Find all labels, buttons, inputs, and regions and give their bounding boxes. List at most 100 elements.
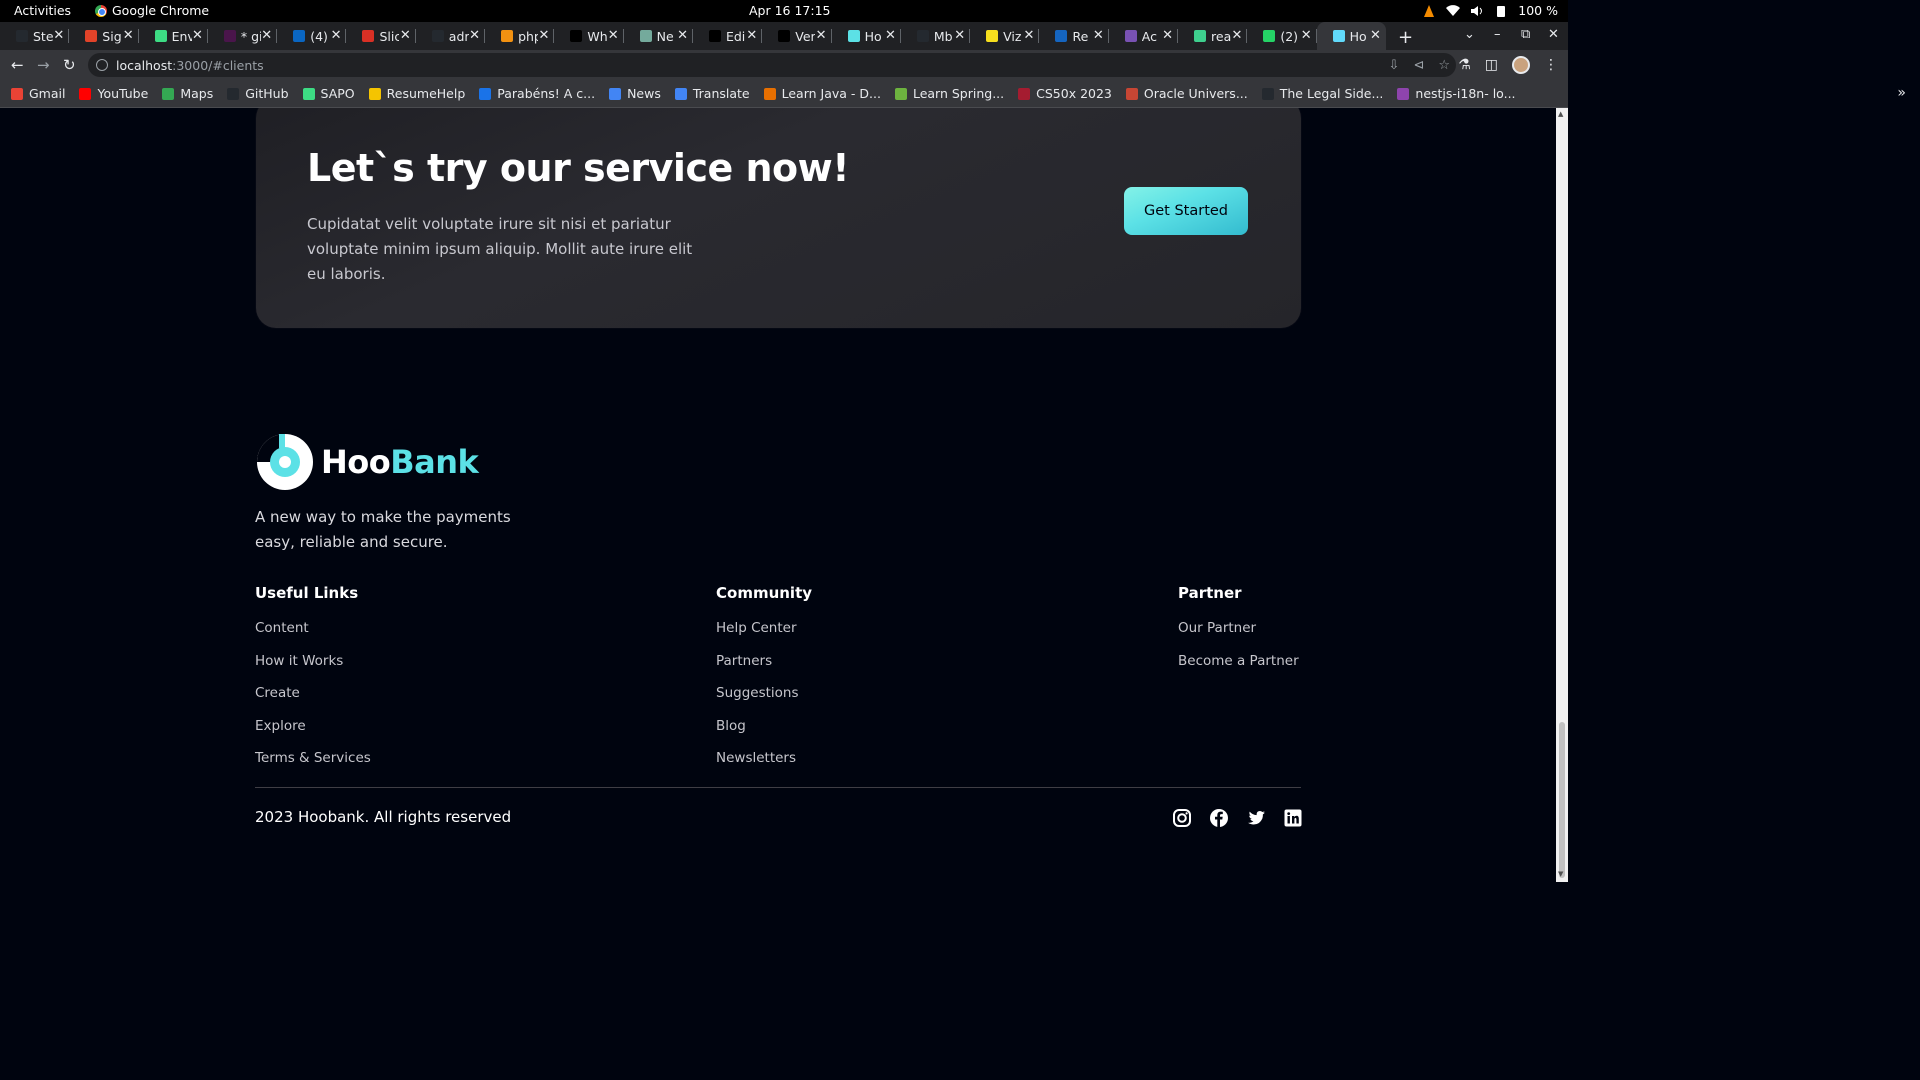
tab-close-icon[interactable]: ✕ bbox=[1301, 28, 1312, 43]
browser-tab[interactable]: Viz ✕ bbox=[970, 22, 1040, 50]
tab-close-icon[interactable]: ✕ bbox=[608, 28, 619, 43]
scrollbar-thumb[interactable] bbox=[1559, 722, 1565, 878]
browser-tab[interactable]: Sig ✕ bbox=[69, 22, 139, 50]
footer-link[interactable]: Help Center bbox=[716, 618, 812, 651]
footer-link[interactable]: Suggestions bbox=[716, 683, 812, 716]
app-menu[interactable]: Google Chrome bbox=[95, 3, 209, 18]
linkedin-icon[interactable] bbox=[1283, 808, 1303, 828]
bookmark-item[interactable]: nestjs-i18n- lo... bbox=[1397, 86, 1516, 101]
forward-arrow-icon[interactable]: → bbox=[37, 56, 50, 74]
tab-close-icon[interactable]: ✕ bbox=[123, 28, 134, 43]
browser-tab[interactable]: Env ✕ bbox=[139, 22, 209, 50]
address-bar[interactable]: localhost:3000/#clients bbox=[88, 53, 1456, 77]
bookmark-item[interactable]: Parabéns! A c... bbox=[479, 86, 595, 101]
share-icon[interactable]: ⊲ bbox=[1413, 58, 1424, 73]
footer-link[interactable]: Become a Partner bbox=[1178, 651, 1299, 684]
browser-menu-icon[interactable]: ⋮ bbox=[1544, 57, 1558, 73]
tab-close-icon[interactable]: ✕ bbox=[1231, 28, 1242, 43]
minimize-icon[interactable]: – bbox=[1494, 27, 1501, 42]
browser-tab[interactable]: Ver ✕ bbox=[762, 22, 832, 50]
tab-close-icon[interactable]: ✕ bbox=[53, 28, 64, 43]
footer-link[interactable]: Terms & Services bbox=[255, 748, 371, 781]
browser-tab[interactable]: Edi ✕ bbox=[693, 22, 763, 50]
bookmark-item[interactable]: Oracle Univers... bbox=[1125, 86, 1248, 101]
browser-tab[interactable]: Wh ✕ bbox=[554, 22, 624, 50]
tab-close-icon[interactable]: ✕ bbox=[1370, 28, 1381, 43]
browser-tab[interactable]: Mb ✕ bbox=[901, 22, 971, 50]
facebook-icon[interactable] bbox=[1209, 808, 1229, 828]
bookmark-item[interactable]: Maps bbox=[162, 86, 213, 101]
tab-close-icon[interactable]: ✕ bbox=[331, 28, 342, 43]
browser-tab[interactable]: * gi ✕ bbox=[208, 22, 278, 50]
browser-tab[interactable]: Re ✕ bbox=[1039, 22, 1110, 50]
footer-link[interactable]: Newsletters bbox=[716, 748, 812, 781]
tab-close-icon[interactable]: ✕ bbox=[1024, 28, 1035, 43]
url-text[interactable]: localhost:3000/#clients bbox=[116, 58, 264, 73]
new-tab-button[interactable]: + bbox=[1398, 27, 1413, 48]
browser-tab[interactable]: Slic ✕ bbox=[346, 22, 417, 50]
get-started-button[interactable]: Get Started bbox=[1124, 187, 1248, 235]
footer-link[interactable]: Content bbox=[255, 618, 371, 651]
close-window-icon[interactable]: ✕ bbox=[1548, 27, 1559, 42]
profile-avatar[interactable] bbox=[1512, 56, 1530, 74]
extensions-puzzle-icon[interactable]: ⚗ bbox=[1458, 57, 1471, 73]
tab-close-icon[interactable]: ✕ bbox=[538, 28, 549, 43]
tab-close-icon[interactable]: ✕ bbox=[746, 28, 757, 43]
tab-close-icon[interactable]: ✕ bbox=[469, 28, 480, 43]
tab-close-icon[interactable]: ✕ bbox=[1162, 28, 1173, 43]
browser-tab[interactable]: adr ✕ bbox=[416, 22, 486, 50]
side-panel-icon[interactable]: ◫ bbox=[1485, 57, 1498, 73]
instagram-icon[interactable] bbox=[1172, 808, 1192, 828]
tab-close-icon[interactable]: ✕ bbox=[261, 28, 272, 43]
footer-link[interactable]: Create bbox=[255, 683, 371, 716]
footer-link[interactable]: How it Works bbox=[255, 651, 371, 684]
tab-close-icon[interactable]: ✕ bbox=[954, 28, 965, 43]
tab-close-icon[interactable]: ✕ bbox=[677, 28, 688, 43]
bookmark-item[interactable]: Learn Spring... bbox=[894, 86, 1004, 101]
tab-search-chevron-icon[interactable]: ⌄ bbox=[1464, 27, 1475, 42]
scroll-down-arrow-icon[interactable]: ▼ bbox=[1558, 870, 1563, 878]
browser-tab[interactable]: (2) ✕ bbox=[1247, 22, 1317, 50]
reload-icon[interactable]: ↻ bbox=[63, 56, 76, 74]
tab-close-icon[interactable]: ✕ bbox=[885, 28, 896, 43]
browser-tab[interactable]: Ste ✕ bbox=[0, 22, 70, 50]
browser-tab[interactable]: Ne ✕ bbox=[624, 22, 694, 50]
bookmark-item[interactable]: SAPO bbox=[302, 86, 355, 101]
tab-close-icon[interactable]: ✕ bbox=[816, 28, 827, 43]
footer-link[interactable]: Blog bbox=[716, 716, 812, 749]
tab-close-icon[interactable]: ✕ bbox=[192, 28, 203, 43]
site-info-icon[interactable] bbox=[96, 59, 108, 71]
tab-close-icon[interactable]: ✕ bbox=[1093, 28, 1104, 43]
activities-button[interactable]: Activities bbox=[14, 3, 71, 18]
footer-link[interactable]: Partners bbox=[716, 651, 812, 684]
browser-tab[interactable]: Ac ✕ bbox=[1109, 22, 1179, 50]
bookmark-item[interactable]: CS50x 2023 bbox=[1018, 86, 1112, 101]
bookmark-item[interactable]: The Legal Side... bbox=[1261, 86, 1383, 101]
browser-tab[interactable]: (4) ✕ bbox=[277, 22, 347, 50]
system-tray[interactable]: 100 % bbox=[1422, 3, 1558, 18]
footer-link[interactable]: Our Partner bbox=[1178, 618, 1299, 651]
bookmark-item[interactable]: News bbox=[609, 86, 661, 101]
clock[interactable]: Apr 16 17:15 bbox=[749, 3, 831, 18]
browser-tab[interactable]: php ✕ bbox=[485, 22, 555, 50]
bookmark-item[interactable]: YouTube bbox=[79, 86, 148, 101]
bookmark-item[interactable]: Learn Java - D... bbox=[763, 86, 881, 101]
bookmark-item[interactable]: Translate bbox=[674, 86, 750, 101]
browser-tab[interactable]: Ho ✕ bbox=[832, 22, 902, 50]
scroll-up-arrow-icon[interactable]: ▲ bbox=[1558, 110, 1563, 118]
browser-tab[interactable]: rea ✕ bbox=[1178, 22, 1248, 50]
tab-close-icon[interactable]: ✕ bbox=[400, 28, 411, 43]
bookmark-item[interactable]: ResumeHelp bbox=[368, 86, 465, 101]
twitter-icon[interactable] bbox=[1246, 808, 1266, 828]
restore-icon[interactable]: ⧉ bbox=[1521, 27, 1530, 42]
browser-tab[interactable]: Ho ✕ bbox=[1316, 22, 1386, 50]
footer-link[interactable]: Explore bbox=[255, 716, 371, 749]
page-scrollbar[interactable]: ▲ ▼ bbox=[1556, 108, 1568, 882]
hoobank-logo[interactable]: HooBank bbox=[255, 432, 479, 492]
install-app-icon[interactable]: ⇩ bbox=[1389, 58, 1400, 73]
bookmark-star-icon[interactable]: ☆ bbox=[1438, 58, 1450, 73]
bookmark-item[interactable]: Gmail bbox=[11, 86, 65, 101]
bookmarks-overflow-icon[interactable]: » bbox=[1897, 85, 1906, 101]
bookmark-item[interactable]: GitHub bbox=[227, 86, 289, 101]
back-arrow-icon[interactable]: ← bbox=[11, 56, 24, 74]
